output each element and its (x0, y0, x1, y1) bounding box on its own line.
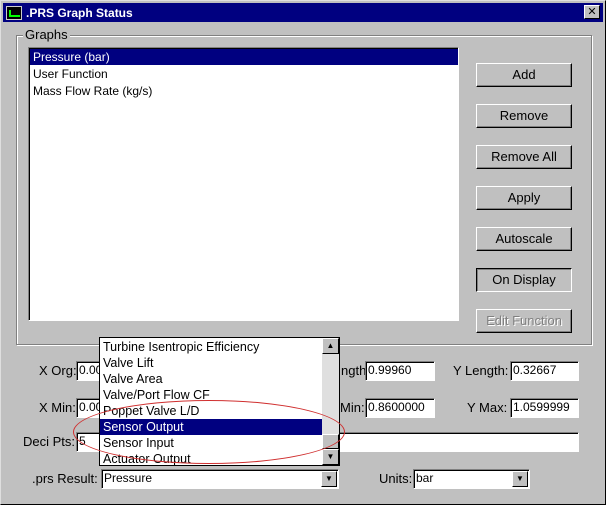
y-max-input[interactable]: 1.0599999 (510, 398, 579, 418)
y-min-input[interactable]: 0.8600000 (365, 398, 435, 418)
units-value: bar (416, 471, 434, 485)
graph-item-mass-flow-rate[interactable]: Mass Flow Rate (kg/s) (30, 83, 458, 99)
graphs-listbox[interactable]: Pressure (bar) User Function Mass Flow R… (28, 47, 459, 321)
x-min-label: X Min: (39, 400, 76, 415)
dropdown-scrollbar[interactable]: ▲ ▼ (322, 338, 339, 465)
units-dropdown-arrow-icon[interactable]: ▼ (512, 471, 528, 487)
dropdown-item-poppet-valve-ld[interactable]: Poppet Valve L/D (100, 403, 322, 419)
y-length-label: Y Length: (453, 363, 509, 378)
dropdown-item-sensor-input[interactable]: Sensor Input (100, 435, 322, 451)
title-bar[interactable]: .PRS Graph Status ✕ (3, 3, 603, 22)
x-org-input[interactable]: 0.00 (76, 361, 100, 381)
dropdown-item-valve-lift[interactable]: Valve Lift (100, 355, 322, 371)
y-max-label: Y Max: (467, 400, 508, 415)
apply-button[interactable]: Apply (476, 186, 572, 210)
prs-result-dropdown-list[interactable]: Turbine Isentropic Efficiency Valve Lift… (99, 337, 340, 466)
scroll-down-arrow-icon[interactable]: ▼ (322, 449, 339, 465)
units-combobox[interactable]: bar ▼ (413, 469, 530, 489)
dropdown-item-valve-area[interactable]: Valve Area (100, 371, 322, 387)
remove-button[interactable]: Remove (476, 104, 572, 128)
dropdown-item-sensor-output[interactable]: Sensor Output (100, 419, 322, 435)
graph-item-pressure[interactable]: Pressure (bar) (30, 49, 458, 65)
prs-result-combobox[interactable]: Pressure ▼ (101, 469, 339, 489)
prs-result-value: Pressure (104, 471, 153, 485)
x-length-input[interactable]: 0.99960 (365, 361, 435, 381)
graphs-group-label: Graphs (23, 27, 70, 42)
dropdown-item-turbine-isentropic-efficiency[interactable]: Turbine Isentropic Efficiency (100, 339, 322, 355)
graph-item-user-function[interactable]: User Function (30, 66, 458, 82)
close-button[interactable]: ✕ (584, 5, 600, 19)
add-button[interactable]: Add (476, 63, 572, 87)
dropdown-item-valve-port-flow-cf[interactable]: Valve/Port Flow CF (100, 387, 322, 403)
edit-function-button: Edit Function (476, 309, 572, 333)
prs-result-dropdown-arrow-icon[interactable]: ▼ (321, 471, 337, 487)
on-display-button[interactable]: On Display (476, 268, 572, 292)
x-org-label: X Org: (39, 363, 77, 378)
prs-result-label: .prs Result: (32, 471, 98, 486)
remove-all-button[interactable]: Remove All (476, 145, 572, 169)
scrollbar-thumb[interactable] (322, 434, 339, 449)
graph-status-window: .PRS Graph Status ✕ Graphs Pressure (bar… (0, 0, 606, 505)
app-graph-icon (6, 5, 22, 20)
window-title: .PRS Graph Status (26, 5, 133, 20)
units-label: Units: (379, 471, 413, 486)
dropdown-item-actuator-output[interactable]: Actuator Output (100, 451, 322, 467)
scroll-up-arrow-icon[interactable]: ▲ (322, 338, 339, 354)
deci-pts-label: Deci Pts: (23, 434, 76, 449)
y-min-label: Min: (340, 400, 365, 415)
autoscale-button[interactable]: Autoscale (476, 227, 572, 251)
y-length-input[interactable]: 0.32667 (510, 361, 579, 381)
x-min-input[interactable]: 0.00 (76, 398, 100, 418)
